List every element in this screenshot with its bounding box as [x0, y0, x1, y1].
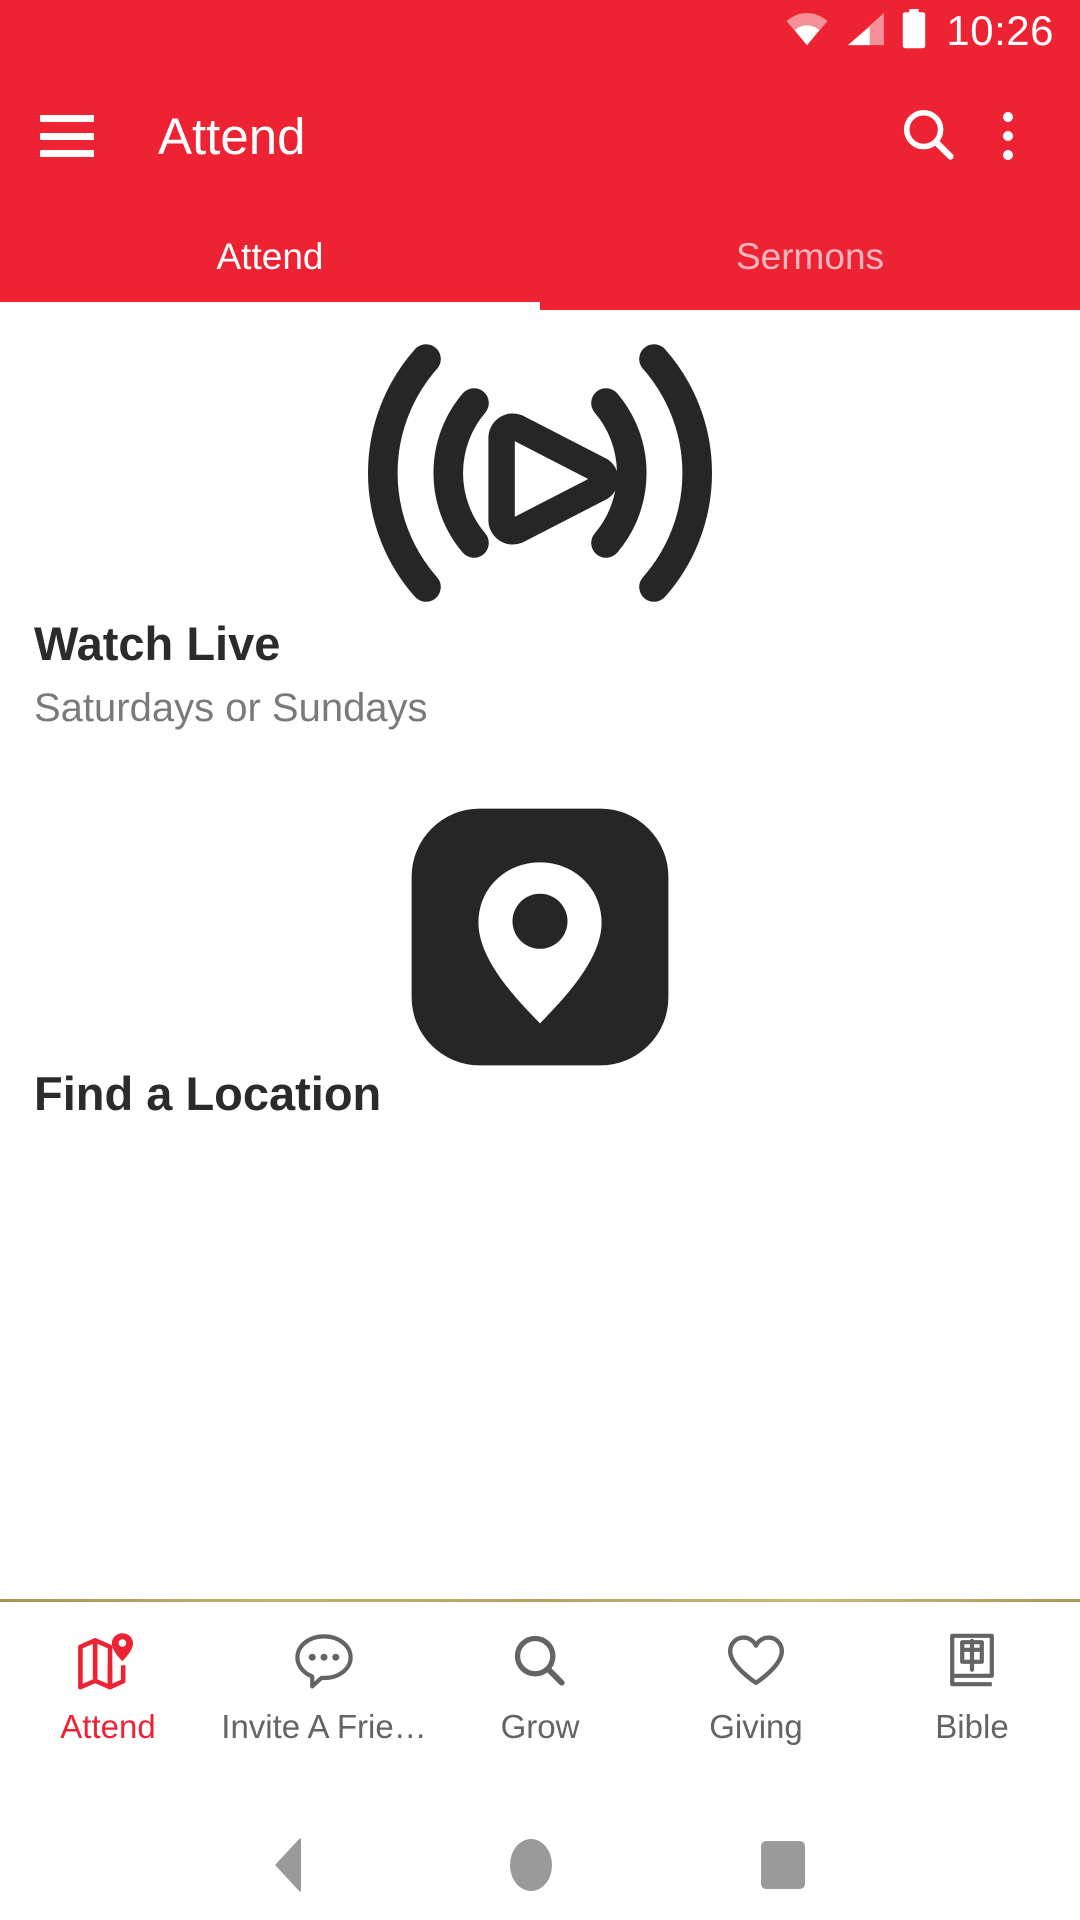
bottom-navigation-bar: Attend Invite A Frie… Grow Giving Bible	[0, 1602, 1080, 1810]
nav-item-attend[interactable]: Attend	[0, 1628, 216, 1743]
nav-item-giving-label: Giving	[709, 1708, 803, 1745]
system-recents-button[interactable]	[761, 1841, 806, 1889]
live-broadcast-play-icon	[0, 328, 1080, 618]
nav-item-giving[interactable]: Giving	[648, 1628, 864, 1743]
main-content: Watch Live Saturdays or Sundays Find a L…	[0, 310, 1080, 1599]
nav-item-bible[interactable]: Bible	[864, 1628, 1080, 1743]
heart-icon	[725, 1628, 787, 1694]
status-bar: 10:26	[0, 0, 1080, 62]
card-find-location-title: Find a Location	[34, 1066, 382, 1120]
app-bar: Attend	[0, 62, 1080, 210]
recents-square-icon	[761, 1841, 806, 1889]
search-icon	[899, 105, 957, 168]
tab-bar: Attend Sermons	[0, 210, 1080, 310]
card-find-location-text: Find a Location	[0, 1066, 1080, 1120]
bottom-nav-divider	[0, 1599, 1080, 1602]
card-find-location[interactable]: Find a Location	[0, 788, 1080, 1120]
system-back-button[interactable]	[274, 1837, 301, 1893]
tab-active-indicator	[0, 302, 540, 310]
cellular-signal-icon	[844, 11, 886, 52]
nav-item-bible-label: Bible	[935, 1708, 1009, 1745]
tab-attend[interactable]: Attend	[0, 210, 540, 310]
search-icon	[511, 1628, 569, 1694]
tab-sermons-label: Sermons	[735, 236, 885, 277]
nav-item-attend-label: Attend	[60, 1708, 156, 1745]
more-vertical-icon	[1003, 112, 1013, 160]
nav-item-grow-label: Grow	[500, 1708, 580, 1745]
map-location-pin-icon	[0, 806, 1080, 1068]
nav-item-invite-a-friend[interactable]: Invite A Frie…	[216, 1628, 432, 1743]
back-triangle-icon	[274, 1837, 301, 1893]
page-title: Attend	[158, 107, 306, 165]
overflow-menu-button[interactable]	[968, 96, 1048, 176]
card-gap	[0, 730, 1080, 788]
system-home-button[interactable]	[509, 1839, 552, 1891]
tab-attend-label: Attend	[216, 236, 324, 277]
status-icon-group	[784, 8, 928, 54]
bible-book-icon	[943, 1628, 1001, 1694]
tab-sermons[interactable]: Sermons	[540, 210, 1080, 310]
card-watch-live-subtitle: Saturdays or Sundays	[34, 685, 428, 730]
app-screen: 10:26 Attend Attend Sermons Watch Live S…	[0, 0, 1080, 1920]
map-pin-icon	[76, 1628, 140, 1694]
hamburger-menu-icon[interactable]	[40, 115, 94, 157]
chat-bubble-icon	[293, 1628, 355, 1694]
nav-item-grow[interactable]: Grow	[432, 1628, 648, 1743]
status-bar-clock: 10:26	[946, 7, 1054, 54]
card-watch-live-text: Watch Live Saturdays or Sundays	[0, 618, 1080, 730]
system-navigation-bar	[0, 1810, 1080, 1920]
card-watch-live-title: Watch Live	[34, 617, 281, 670]
battery-icon	[900, 8, 928, 54]
wifi-icon	[784, 11, 830, 52]
card-watch-live[interactable]: Watch Live Saturdays or Sundays	[0, 310, 1080, 730]
search-button[interactable]	[888, 96, 968, 176]
home-circle-icon	[509, 1839, 552, 1891]
nav-item-invite-a-friend-label: Invite A Frie…	[221, 1708, 427, 1745]
